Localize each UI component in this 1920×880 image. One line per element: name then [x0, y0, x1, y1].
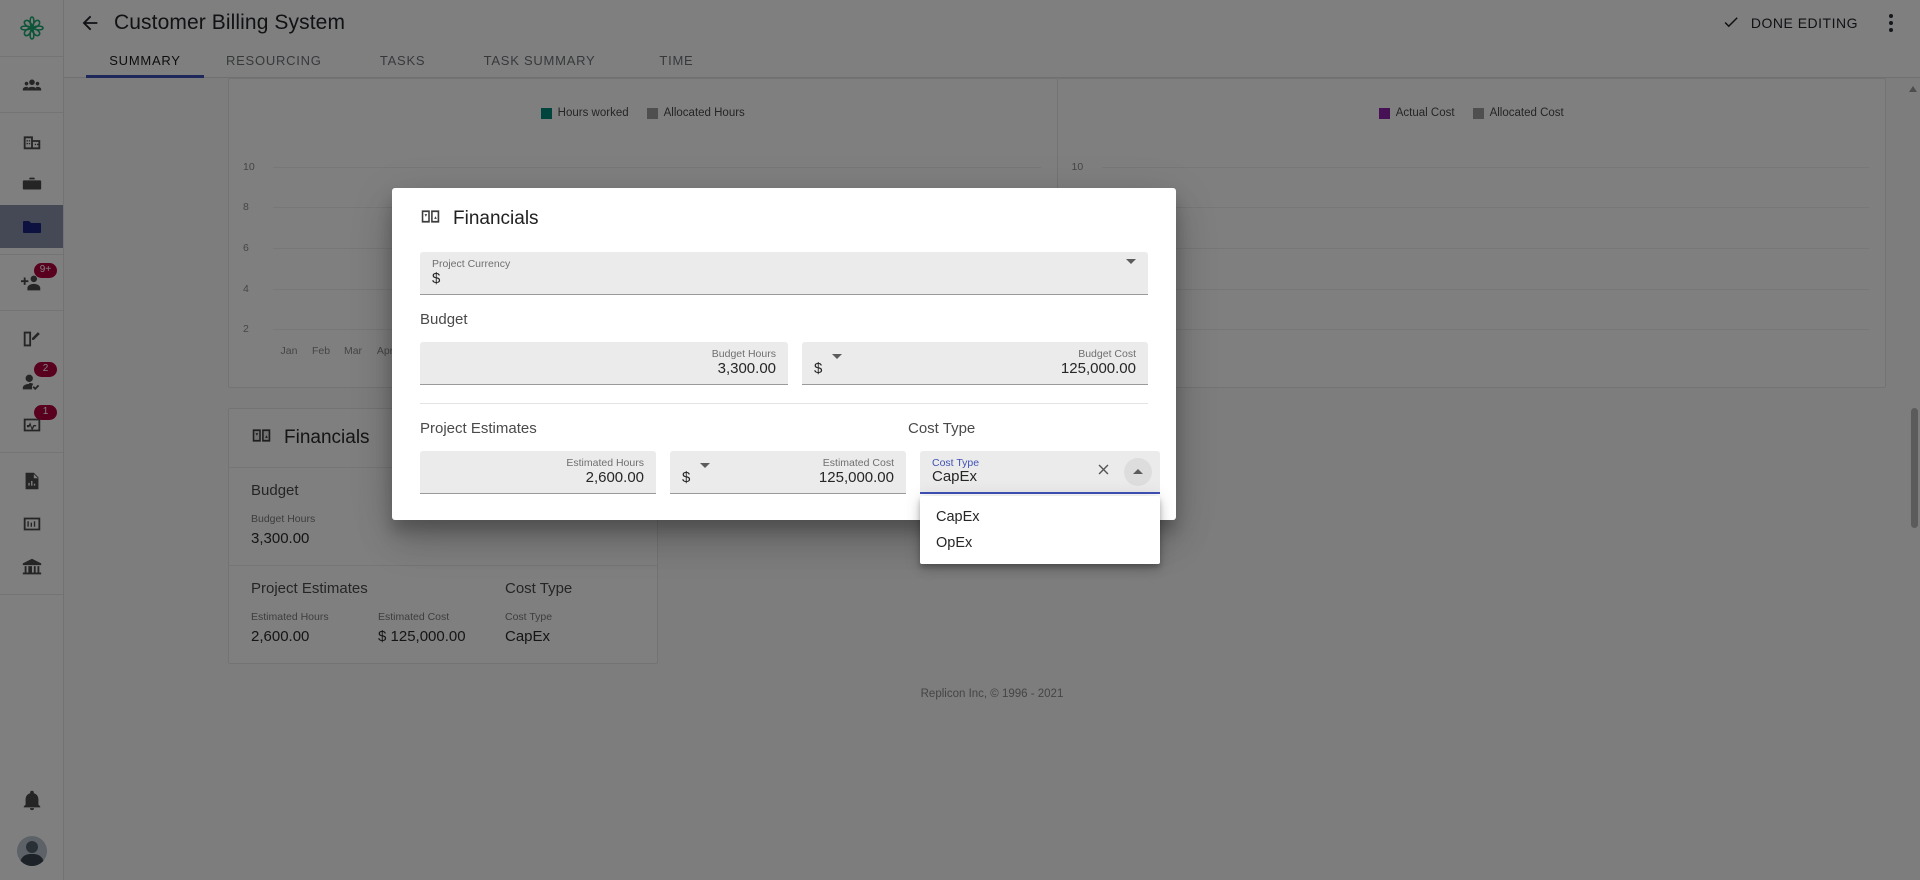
- budget-currency-symbol: $: [814, 359, 823, 377]
- cost-type-combobox-wrapper: Cost Type CapEx CapEx OpEx: [920, 451, 1160, 564]
- budget-hours-input-label: Budget Hours: [711, 348, 776, 360]
- ledger-book-icon: [420, 206, 441, 232]
- chevron-down-icon[interactable]: [700, 463, 711, 486]
- dialog-body: Project Currency $ Budget Budget Hours 3…: [392, 242, 1176, 564]
- estimated-hours-input-label: Estimated Hours: [566, 457, 644, 469]
- cost-type-option-capex[interactable]: CapEx: [920, 504, 1160, 530]
- budget-hours-input[interactable]: Budget Hours 3,300.00: [420, 342, 788, 385]
- close-icon[interactable]: [1095, 461, 1112, 483]
- chevron-up-icon[interactable]: [1124, 457, 1152, 486]
- budget-cost-input-label: Budget Cost: [1078, 348, 1136, 360]
- budget-currency-selector[interactable]: $: [814, 354, 843, 377]
- cost-type-group-label: Cost Type: [908, 420, 976, 437]
- budget-inputs-row: Budget Hours 3,300.00 $ Budget Cost 125,…: [420, 342, 1148, 403]
- cost-type-combobox-value: CapEx: [932, 468, 978, 485]
- estimated-cost-input[interactable]: $ Estimated Cost 125,000.00: [670, 451, 906, 494]
- cost-type-dropdown-list: CapEx OpEx: [920, 496, 1160, 564]
- chevron-down-icon[interactable]: [1126, 259, 1136, 282]
- cost-type-option-opex[interactable]: OpEx: [920, 530, 1160, 556]
- cost-type-combobox[interactable]: Cost Type CapEx: [920, 451, 1160, 494]
- estimated-currency-selector[interactable]: $: [682, 463, 711, 486]
- estimated-cost-input-value: 125,000.00: [818, 469, 894, 486]
- dialog-title: Financials: [453, 208, 539, 229]
- budget-cost-input-value: 125,000.00: [1060, 360, 1136, 377]
- budget-cost-input[interactable]: $ Budget Cost 125,000.00: [802, 342, 1148, 385]
- dialog-header: Financials: [392, 188, 1176, 242]
- budget-group-label: Budget: [420, 311, 468, 328]
- estimates-inputs-row: Estimated Hours 2,600.00 $ Estimated Cos…: [420, 451, 1160, 564]
- estimates-group-label: Project Estimates: [420, 420, 537, 437]
- estimated-hours-input-value: 2,600.00: [585, 469, 644, 486]
- chevron-down-icon[interactable]: [832, 354, 843, 377]
- estimated-currency-symbol: $: [682, 468, 691, 486]
- project-currency-value: $: [432, 270, 441, 287]
- estimated-hours-input[interactable]: Estimated Hours 2,600.00: [420, 451, 656, 494]
- financials-dialog: Financials Project Currency $ Budget Bud…: [392, 188, 1176, 564]
- estimates-group-headers: Project Estimates Cost Type: [420, 404, 1148, 451]
- budget-hours-input-value: 3,300.00: [717, 360, 776, 377]
- estimated-cost-input-label: Estimated Cost: [822, 457, 894, 469]
- project-currency-label: Project Currency: [432, 258, 511, 270]
- project-currency-select[interactable]: Project Currency $: [420, 252, 1148, 295]
- screen-root: 9+ 2 1: [0, 0, 1920, 880]
